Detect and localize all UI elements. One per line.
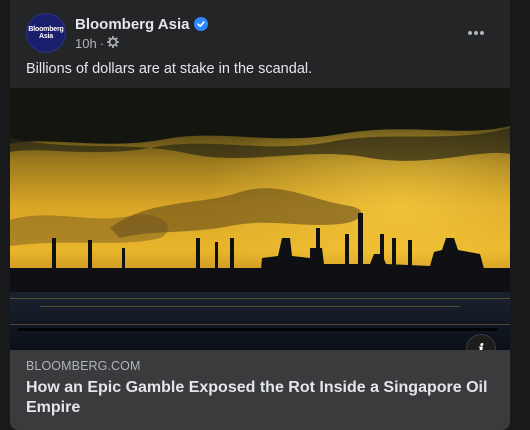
post-subtitle: 10h · xyxy=(75,35,208,51)
avatar-text-line1: Bloomberg xyxy=(28,26,64,33)
verified-badge-icon xyxy=(194,17,209,31)
preview-image[interactable] xyxy=(10,88,510,350)
link-domain: BLOOMBERG.COM xyxy=(26,359,141,373)
page-name[interactable]: Bloomberg Asia xyxy=(75,16,189,33)
post-card: Bloomberg Asia Bloomberg Asia 10h · Bill… xyxy=(10,0,510,430)
avatar-text-line2: Asia xyxy=(39,33,53,40)
post-text: Billions of dollars are at stake in the … xyxy=(26,61,313,77)
post-header: Bloomberg Asia Bloomberg Asia 10h · xyxy=(26,12,494,54)
link-preview[interactable]: i BLOOMBERG.COM How an Epic Gamble Expos… xyxy=(10,88,510,430)
timestamp[interactable]: 10h xyxy=(75,36,97,51)
gear-icon[interactable] xyxy=(106,35,120,51)
header-meta: Bloomberg Asia 10h · xyxy=(75,16,209,51)
separator: · xyxy=(99,35,105,51)
more-options-button[interactable] xyxy=(458,15,494,51)
more-horizontal-icon xyxy=(468,31,484,35)
link-meta[interactable]: BLOOMBERG.COM How an Epic Gamble Exposed… xyxy=(10,350,510,430)
avatar[interactable]: Bloomberg Asia xyxy=(26,13,66,53)
link-title[interactable]: How an Epic Gamble Exposed the Rot Insid… xyxy=(26,378,494,418)
name-row: Bloomberg Asia xyxy=(75,16,209,33)
